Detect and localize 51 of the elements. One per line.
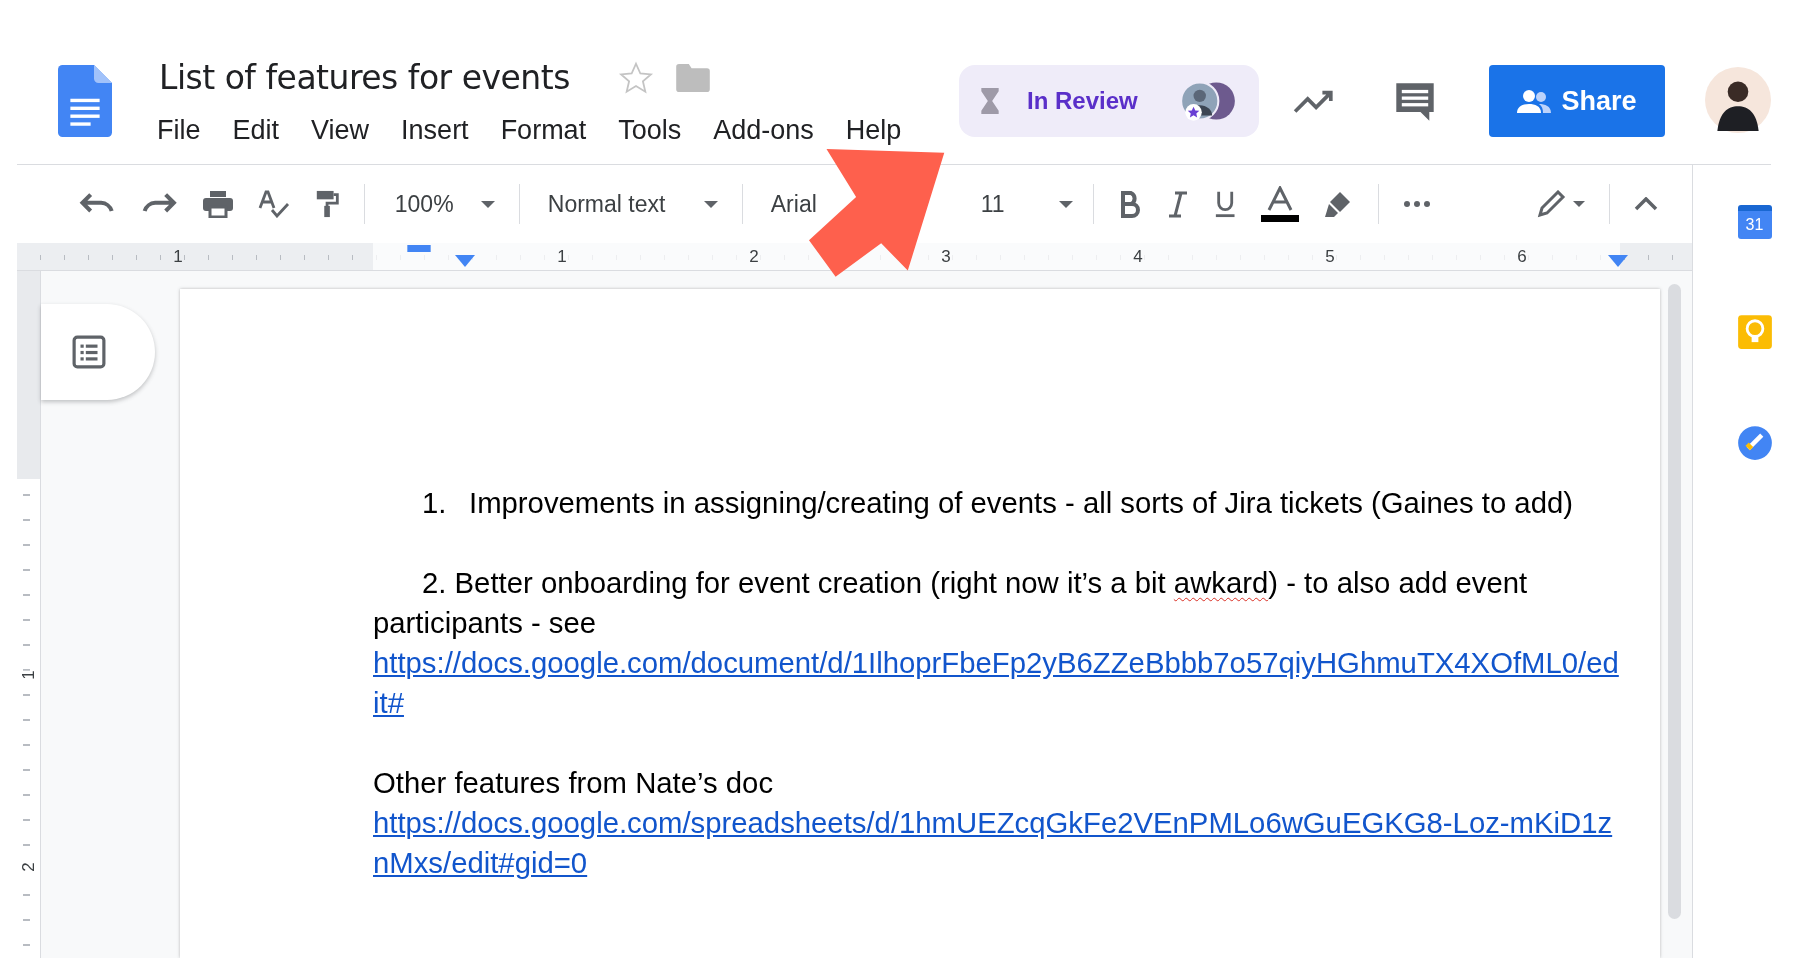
scrollbar[interactable] [1668, 284, 1681, 919]
docs-logo-icon[interactable] [58, 65, 112, 137]
ruler-number: 4 [1132, 246, 1144, 267]
list-number: 1. [422, 485, 448, 521]
style-dropdown[interactable]: Normal text [531, 190, 730, 218]
people-icon [1517, 89, 1552, 113]
text-color-icon[interactable] [1260, 186, 1301, 222]
trending-icon[interactable] [1293, 88, 1335, 114]
caret-icon [480, 200, 495, 208]
ruler-number: 1 [556, 246, 568, 267]
zoom-dropdown[interactable]: 100% [376, 190, 507, 218]
calendar-icon[interactable]: 31 [1737, 205, 1772, 239]
paragraph: Improvements in assigning/creating of events - all sorts of Jira tickets (Gaines to add) [469, 485, 1573, 521]
paragraph: Other features from Nate’s doc [373, 765, 775, 801]
font-size-dropdown[interactable]: 11 [952, 190, 1081, 218]
link[interactable]: https://docs.google.com/spreadsheets/d/1hmUEZcqGkFe2VEnPMLo6wGuEGKG8-Loz-mKiD1znMxs/edit#gid=0 [373, 803, 1621, 883]
ruler-number: 5 [1324, 246, 1336, 267]
menu-item[interactable]: Insert [385, 115, 485, 146]
pencil-dropdown-icon[interactable] [1537, 190, 1585, 218]
underline-icon[interactable] [1213, 190, 1237, 218]
collapse-icon[interactable] [1634, 197, 1658, 211]
review-status: In Review [1027, 87, 1139, 115]
caret-icon [703, 200, 718, 208]
ruler-number: 1 [172, 246, 184, 267]
print-icon[interactable] [201, 190, 234, 218]
profile-avatar[interactable] [1705, 67, 1771, 133]
menu-item[interactable]: Format [484, 115, 603, 146]
paragraph: 2. Better onboarding for event creation (right now it’s a bit awkard) - to also add event participants - see [373, 565, 1529, 641]
hourglass-icon [981, 88, 999, 114]
ruler-number: 6 [1516, 246, 1528, 267]
first-line-indent-marker[interactable] [407, 245, 431, 252]
review-status-chip[interactable]: In Review [959, 65, 1259, 137]
left-indent-marker[interactable] [454, 255, 476, 267]
menu-item[interactable]: Add-ons [697, 115, 830, 146]
document-title[interactable]: List of features for events [159, 58, 570, 97]
ruler-number: 3 [940, 246, 952, 267]
more-icon[interactable] [1403, 200, 1432, 208]
share-button[interactable]: Share [1489, 65, 1665, 137]
outline-icon [72, 335, 106, 369]
menu-item[interactable]: View [295, 115, 386, 146]
menu-item[interactable]: Help [829, 115, 918, 146]
ruler-number: 2 [748, 246, 760, 267]
tasks-icon[interactable] [1736, 425, 1773, 461]
menu-item[interactable]: Edit [216, 115, 296, 146]
outline-button[interactable] [41, 304, 155, 400]
link[interactable]: https://docs.google.com/document/d/1IlhoprFbeFp2yB6ZZeBbbb7o57qiyHGhmuTX4XOfML0/edit# [373, 643, 1621, 723]
menu-item[interactable]: Tools [602, 115, 698, 146]
right-indent-marker[interactable] [1607, 255, 1629, 267]
spellcheck-icon[interactable] [257, 190, 290, 218]
menu-item[interactable]: File [157, 115, 217, 146]
caret-icon [1058, 200, 1073, 208]
